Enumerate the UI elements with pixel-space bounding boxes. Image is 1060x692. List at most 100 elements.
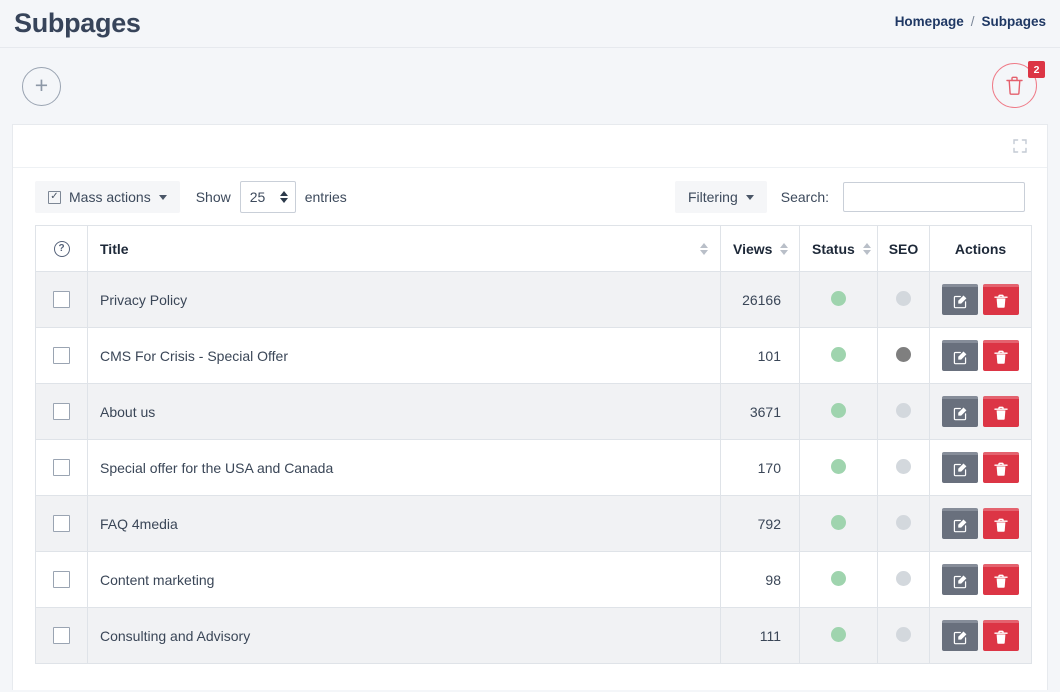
row-status-cell (799, 607, 878, 664)
page-title: Subpages (14, 8, 141, 38)
column-header-seo: SEO (877, 225, 930, 272)
row-views-cell: 170 (720, 439, 800, 496)
sort-arrows-icon (780, 242, 789, 255)
page-header: Subpages Homepage / Subpages (0, 0, 1060, 48)
stepper-arrows-icon[interactable] (279, 191, 288, 203)
column-header-status[interactable]: Status (799, 225, 878, 272)
edit-icon (953, 463, 966, 476)
edit-icon (953, 519, 966, 532)
trash-icon (994, 294, 1008, 308)
column-title-label: Title (100, 240, 129, 257)
status-dot (831, 402, 846, 418)
card-toolbar (13, 125, 1047, 168)
row-title-cell: Special offer for the USA and Canada (87, 439, 721, 496)
status-dot (831, 626, 846, 642)
edit-row-button[interactable] (942, 508, 978, 539)
column-views-label: Views (733, 240, 773, 257)
row-select-cell (35, 383, 88, 440)
filtering-label: Filtering (687, 189, 738, 205)
search-input[interactable] (843, 182, 1025, 212)
row-actions-cell (929, 607, 1032, 664)
row-title-cell: FAQ 4media (87, 495, 721, 552)
row-seo-cell (877, 327, 930, 384)
row-actions-cell (929, 439, 1032, 496)
table-head: ? Title Views Status SEO Actions (35, 225, 1032, 272)
edit-row-button[interactable] (942, 340, 978, 371)
seo-dot (896, 346, 911, 362)
status-dot (831, 346, 846, 362)
add-subpage-button[interactable]: + (22, 66, 61, 106)
delete-row-button[interactable] (983, 284, 1019, 315)
row-checkbox[interactable] (53, 291, 70, 308)
column-seo-label: SEO (888, 240, 919, 257)
column-actions-label: Actions (954, 240, 1007, 257)
delete-row-button[interactable] (983, 620, 1019, 651)
fullscreen-icon[interactable] (1013, 139, 1027, 153)
row-status-cell (799, 495, 878, 552)
row-checkbox[interactable] (53, 347, 70, 364)
row-checkbox[interactable] (53, 515, 70, 532)
row-status-cell (799, 551, 878, 608)
delete-row-button[interactable] (983, 508, 1019, 539)
seo-dot (896, 402, 911, 418)
status-dot (831, 514, 846, 530)
row-seo-cell (877, 271, 930, 328)
toolbar-right-group: Filtering Search: (674, 181, 1025, 213)
edit-row-button[interactable] (942, 396, 978, 427)
subpages-card: ✓ Mass actions Show 25 entries Filtering (12, 124, 1048, 690)
chevron-down-icon (745, 194, 754, 200)
row-checkbox[interactable] (53, 571, 70, 588)
row-title-cell: About us (87, 383, 721, 440)
sort-arrows-icon (700, 242, 708, 255)
row-select-cell (35, 271, 88, 328)
trash-icon (994, 574, 1008, 588)
row-seo-cell (877, 439, 930, 496)
edit-icon (953, 295, 966, 308)
edit-icon (953, 575, 966, 588)
trash-icon (994, 462, 1008, 476)
seo-dot (896, 514, 911, 530)
row-action-buttons (942, 396, 1019, 427)
trash-icon (994, 630, 1008, 644)
column-header-actions: Actions (929, 225, 1032, 272)
status-dot (831, 570, 846, 586)
edit-icon (953, 407, 966, 420)
table-row: Content marketing 98 (35, 551, 1032, 608)
subpages-table: ? Title Views Status SEO Actions Privacy… (35, 225, 1032, 664)
entries-stepper[interactable]: 25 (239, 181, 296, 213)
table-toolbar: ✓ Mass actions Show 25 entries Filtering (13, 168, 1047, 225)
row-checkbox[interactable] (53, 627, 70, 644)
show-label: Show (195, 189, 231, 205)
column-header-views[interactable]: Views (720, 225, 800, 272)
trash-icon (994, 350, 1008, 364)
action-bar: + 2 (0, 48, 1060, 124)
row-seo-cell (877, 607, 930, 664)
edit-row-button[interactable] (942, 452, 978, 483)
help-icon[interactable]: ? (53, 240, 70, 257)
row-checkbox[interactable] (53, 403, 70, 420)
filtering-button[interactable]: Filtering (674, 181, 767, 213)
mass-actions-button[interactable]: ✓ Mass actions (35, 181, 180, 213)
edit-row-button[interactable] (942, 284, 978, 315)
delete-row-button[interactable] (983, 340, 1019, 371)
row-action-buttons (942, 340, 1019, 371)
trash-button-wrapper: 2 (992, 61, 1045, 109)
row-select-cell (35, 551, 88, 608)
row-title-cell: Consulting and Advisory (87, 607, 721, 664)
row-actions-cell (929, 551, 1032, 608)
row-title-cell: Privacy Policy (87, 271, 721, 328)
row-status-cell (799, 439, 878, 496)
delete-row-button[interactable] (983, 396, 1019, 427)
chevron-down-icon (158, 194, 167, 200)
plus-icon: + (34, 71, 49, 98)
delete-row-button[interactable] (983, 452, 1019, 483)
row-checkbox[interactable] (53, 459, 70, 476)
checkbox-icon: ✓ (48, 190, 61, 204)
row-actions-cell (929, 383, 1032, 440)
edit-row-button[interactable] (942, 620, 978, 651)
delete-row-button[interactable] (983, 564, 1019, 595)
column-header-title[interactable]: Title (87, 225, 721, 272)
row-title-cell: CMS For Crisis - Special Offer (87, 327, 721, 384)
breadcrumb-link-homepage[interactable]: Homepage (895, 14, 964, 29)
edit-row-button[interactable] (942, 564, 978, 595)
